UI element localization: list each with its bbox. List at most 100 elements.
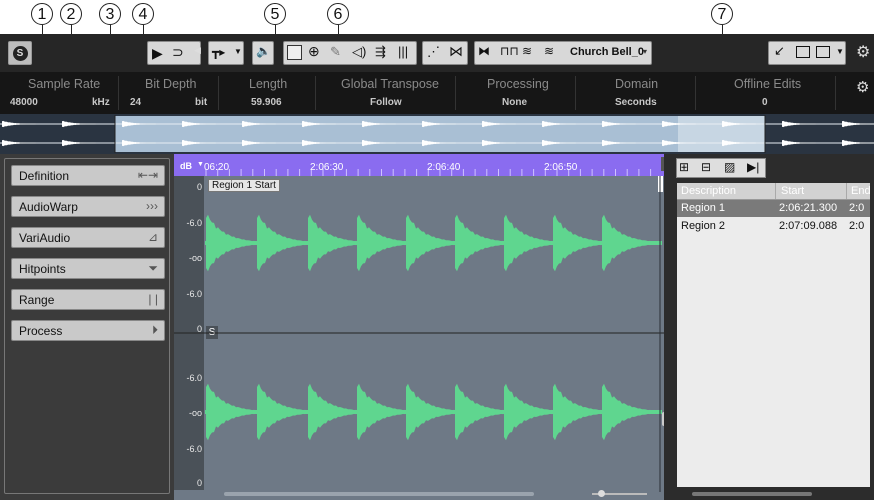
zoom-slider-handle[interactable] — [598, 490, 605, 497]
audio-selector[interactable]: Church Bell_0 — [570, 46, 644, 58]
snap-dropdown-icon[interactable]: ▼ — [234, 47, 242, 56]
add-region-icon[interactable]: ⊞ — [679, 160, 689, 174]
info-value-bit-depth[interactable]: 24 — [130, 97, 141, 108]
play-tool-icon[interactable]: ◁) — [352, 44, 366, 60]
range-bars-icon: | | — [148, 292, 158, 306]
waveform-burst — [553, 214, 609, 272]
info-value-processing[interactable]: None — [502, 97, 527, 108]
tab-audiowarp-label: AudioWarp — [19, 200, 78, 214]
waveform-channel-bottom — [205, 383, 662, 441]
left-zone-toggle-icon[interactable] — [796, 46, 810, 58]
waveform-burst — [504, 383, 560, 441]
overview-line[interactable] — [0, 114, 874, 154]
regions-table: Description Start End Region 1 2:06:21.3… — [677, 183, 871, 487]
audio-selector-dropdown-icon[interactable]: ▾ — [643, 47, 647, 56]
warp-arrows-icon: ››› — [146, 199, 158, 213]
info-gear-icon[interactable]: ⚙ — [856, 78, 869, 96]
zoom-slider[interactable] — [584, 490, 654, 498]
select-tool-icon[interactable] — [287, 45, 302, 60]
tab-hitpoints-label: Hitpoints — [19, 262, 66, 276]
hitpoint-tool-icon[interactable]: ||| — [398, 44, 408, 59]
loop-icon[interactable]: ⊃ — [172, 44, 184, 61]
row-end: 2:0 — [849, 202, 865, 214]
left-zone: Definition ⇤⇥ AudioWarp ››› VariAudio ⊿ … — [0, 154, 174, 500]
zoom-tool-icon[interactable]: ⊕ — [308, 43, 320, 60]
info-separator — [455, 76, 456, 110]
waveform-burst — [357, 383, 413, 441]
unwarp-tool-icon[interactable]: ⋈ — [449, 43, 463, 60]
region-fade-icon[interactable]: ▨ — [724, 160, 735, 174]
tab-audiowarp[interactable]: AudioWarp ››› — [11, 196, 165, 217]
info-separator — [118, 76, 119, 110]
hitpoints-funnel-icon: ⏷ — [148, 261, 158, 275]
toolbar-gear-icon[interactable]: ⚙ — [856, 42, 870, 62]
waveform-burst — [406, 383, 462, 441]
overview-waveform — [0, 115, 874, 153]
info-value-offline-edits[interactable]: 0 — [762, 97, 768, 108]
tab-variaudio[interactable]: VariAudio ⊿ — [11, 227, 165, 248]
play-icon[interactable]: ▶ — [152, 45, 163, 62]
overview-burst — [2, 139, 36, 147]
stack-icon[interactable]: ≋ — [522, 44, 532, 58]
overview-burst — [782, 120, 816, 128]
loop-region-icon[interactable]: ⧓ — [478, 44, 490, 58]
arrow-down-left-icon[interactable]: ↙ — [774, 43, 785, 59]
waveform-burst — [257, 214, 313, 272]
waveform-editor[interactable]: dB ▼ 06:20 2:06:30 2:06:40 2:06:50 Regio… — [174, 154, 673, 500]
callout-7: 7 — [711, 3, 733, 25]
tab-definition[interactable]: Definition ⇤⇥ — [11, 165, 165, 186]
callout-6: 6 — [327, 3, 349, 25]
overview-highlight — [678, 116, 765, 152]
right-zone-toggle-icon[interactable] — [816, 46, 830, 58]
stretch-icon: ⇤⇥ — [137, 168, 158, 182]
right-zone-scrollbar[interactable] — [692, 492, 812, 496]
scrub-tool-icon[interactable]: ⇶ — [375, 44, 386, 60]
waveform-burst — [308, 214, 364, 272]
region-bracket-icon[interactable]: ⊓⊓ — [500, 44, 519, 58]
remove-region-icon[interactable]: ⊟ — [701, 160, 711, 174]
info-label-offline-edits: Offline Edits — [734, 77, 802, 91]
tab-process[interactable]: Process ⏵ — [11, 320, 165, 341]
play-circle-icon: ⏵ — [151, 323, 158, 337]
warp-tool-icon[interactable]: ⋰ — [427, 44, 440, 60]
info-value-domain[interactable]: Seconds — [615, 97, 657, 108]
header-separator — [846, 183, 847, 199]
overview-burst — [62, 120, 96, 128]
row-start: 2:07:09.088 — [779, 220, 838, 232]
overview-burst — [62, 139, 96, 147]
info-value-sample-rate[interactable]: 48000 — [10, 97, 38, 108]
waveform-burst — [455, 383, 511, 441]
tab-range[interactable]: Range | | — [11, 289, 165, 310]
draw-tool-icon[interactable]: ✎ — [330, 44, 341, 60]
info-separator — [218, 76, 219, 110]
waveform-burst — [553, 383, 609, 441]
waveform-canvas — [174, 176, 664, 492]
info-separator — [315, 76, 316, 110]
info-unit-sample-rate: kHz — [92, 97, 110, 108]
waveform-burst — [602, 383, 658, 441]
row-end: 2:0 — [849, 220, 865, 232]
header-start[interactable]: Start — [781, 185, 804, 197]
tab-process-label: Process — [19, 324, 63, 338]
info-value-length[interactable]: 59.906 — [251, 97, 282, 108]
overview-visible-area — [115, 116, 765, 152]
layout-dropdown-icon[interactable]: ▼ — [836, 47, 844, 56]
region-play-icon[interactable]: ▶| — [747, 160, 759, 174]
header-end[interactable]: End — [851, 185, 871, 197]
variaudio-icon: ⊿ — [147, 230, 158, 244]
info-line: Sample Rate 48000 kHz Bit Depth 24 bit L… — [0, 72, 874, 114]
callout-5: 5 — [264, 3, 286, 25]
horizontal-scrollbar[interactable] — [224, 492, 534, 496]
callout-1: 1 — [31, 3, 53, 25]
stack-alt-icon[interactable]: ≋ — [544, 44, 554, 58]
waveform-burst — [206, 383, 262, 441]
row-description: Region 1 — [681, 202, 726, 214]
solo-button[interactable]: S — [8, 41, 32, 65]
info-value-global-transpose[interactable]: Follow — [370, 97, 402, 108]
info-unit-bit-depth: bit — [195, 97, 208, 108]
tab-hitpoints[interactable]: Hitpoints ⏷ — [11, 258, 165, 279]
info-separator — [695, 76, 696, 110]
overview-burst — [2, 120, 36, 128]
solo-icon: S — [12, 45, 28, 61]
header-description[interactable]: Description — [681, 185, 736, 197]
